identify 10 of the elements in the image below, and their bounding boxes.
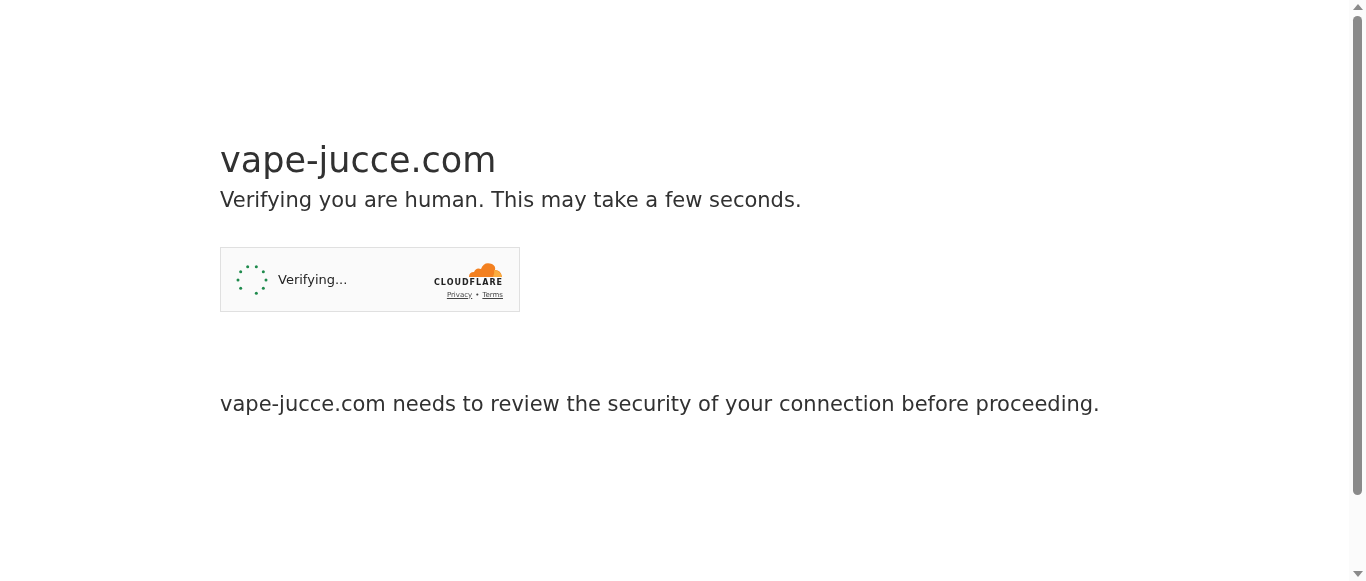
spinner-icon <box>236 263 268 296</box>
page-subheading: Verifying you are human. This may take a few seconds. <box>220 187 803 214</box>
page-heading: vape-jucce.com <box>220 139 498 182</box>
brand-text: CLOUDFLARE <box>434 277 503 287</box>
security-message: vape-jucce.com needs to review the security of your connection before proceeding. <box>220 391 1101 418</box>
scrollbar[interactable] <box>1349 0 1366 581</box>
scroll-up-icon[interactable] <box>1352 4 1363 10</box>
status-text: Verifying... <box>278 272 348 287</box>
scroll-down-icon[interactable] <box>1352 571 1363 577</box>
cloud-icon <box>467 260 503 277</box>
